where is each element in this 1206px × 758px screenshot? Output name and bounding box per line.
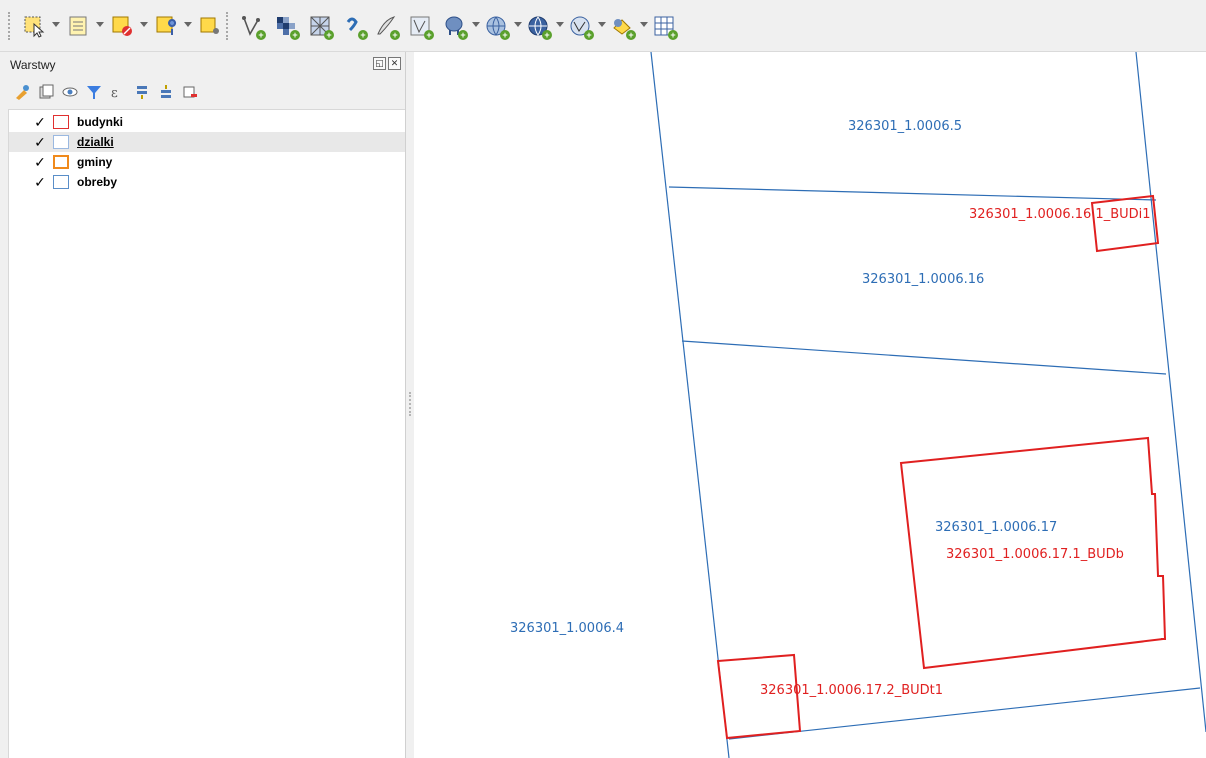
add-postgis-layer-icon[interactable]: + bbox=[440, 12, 468, 40]
select-by-value-icon[interactable] bbox=[196, 12, 224, 40]
layer-visibility-checkbox[interactable]: ✓ bbox=[33, 115, 47, 129]
layer-symbol bbox=[53, 175, 69, 189]
layer-symbol bbox=[53, 155, 69, 169]
style-manager-icon[interactable] bbox=[14, 84, 30, 100]
map-drawing: 326301_1.0006.5 326301_1.0006.16 326301_… bbox=[510, 52, 1206, 758]
main-toolbar: + + + + + + + + + + + + bbox=[0, 0, 1206, 52]
layers-panel: Warstwy ◱ ✕ ε ✓ budynki ✓ dzialki ✓ gmin… bbox=[0, 52, 409, 758]
layer-tree: ✓ budynki ✓ dzialki ✓ gminy ✓ obreby bbox=[8, 109, 405, 758]
parcel-boundary bbox=[668, 186, 1157, 201]
map-canvas[interactable]: 326301_1.0006.5 326301_1.0006.16 326301_… bbox=[414, 52, 1206, 758]
layer-item[interactable]: ✓ dzialki bbox=[9, 132, 405, 152]
add-wfs-layer-icon[interactable]: + bbox=[566, 12, 594, 40]
parcel-boundary bbox=[681, 340, 1167, 375]
building-label: 326301_1.0006.17.1_BUDb bbox=[946, 547, 1124, 562]
qgis-window: + + + + + + + + + + + + Warstwy ◱ ✕ ε ✓ … bbox=[0, 0, 1206, 758]
layer-name: dzialki bbox=[77, 135, 114, 149]
parcel-boundary bbox=[650, 52, 730, 758]
parcel-label: 326301_1.0006.5 bbox=[848, 119, 962, 134]
layer-item[interactable]: ✓ gminy bbox=[9, 152, 405, 172]
panel-title: Warstwy bbox=[10, 58, 56, 72]
visibility-eye-icon[interactable] bbox=[62, 84, 78, 100]
open-attribute-table-icon[interactable] bbox=[64, 12, 92, 40]
panel-controls: ◱ ✕ bbox=[373, 57, 401, 70]
add-delimited-text-layer-icon[interactable]: + bbox=[372, 12, 400, 40]
building-label: 326301_1.0006.16.1_BUDi1 bbox=[969, 207, 1151, 222]
parcel-label: 326301_1.0006.16 bbox=[862, 272, 984, 287]
add-raster-layer-icon[interactable]: + bbox=[272, 12, 300, 40]
add-wcs-layer-icon[interactable]: + bbox=[524, 12, 552, 40]
building-label: 326301_1.0006.17.2_BUDt1 bbox=[760, 683, 943, 698]
collapse-all-icon[interactable] bbox=[158, 84, 174, 100]
layer-symbol bbox=[53, 135, 69, 149]
close-panel-button[interactable]: ✕ bbox=[388, 57, 401, 70]
layer-name: gminy bbox=[77, 155, 113, 169]
add-vector-layer-icon[interactable]: + bbox=[238, 12, 266, 40]
float-panel-button[interactable]: ◱ bbox=[373, 57, 386, 70]
add-wms-layer-icon[interactable]: + bbox=[482, 12, 510, 40]
layer-name: obreby bbox=[77, 175, 118, 189]
panel-splitter[interactable] bbox=[405, 52, 414, 758]
layer-name: budynki bbox=[77, 115, 124, 129]
toolbar-separator bbox=[226, 12, 230, 40]
add-gps-layer-icon[interactable]: + bbox=[340, 12, 368, 40]
layer-symbol bbox=[53, 115, 69, 129]
toolbar-grip[interactable] bbox=[8, 12, 14, 40]
parcel-label: 326301_1.0006.4 bbox=[510, 621, 624, 636]
add-mesh-layer-icon[interactable]: + bbox=[306, 12, 334, 40]
deselect-features-icon[interactable] bbox=[108, 12, 136, 40]
layer-item[interactable]: ✓ obreby bbox=[9, 172, 405, 192]
filter-legend-icon[interactable] bbox=[86, 84, 102, 100]
layer-item[interactable]: ✓ budynki bbox=[9, 112, 405, 132]
layer-visibility-checkbox[interactable]: ✓ bbox=[33, 155, 47, 169]
select-features-icon[interactable] bbox=[20, 12, 48, 40]
layer-visibility-checkbox[interactable]: ✓ bbox=[33, 135, 47, 149]
parcel-boundary bbox=[1135, 52, 1206, 733]
add-virtual-layer-icon[interactable]: + bbox=[608, 12, 636, 40]
add-group-icon[interactable] bbox=[38, 84, 54, 100]
select-by-location-icon[interactable] bbox=[152, 12, 180, 40]
filter-expression-icon[interactable]: ε bbox=[110, 84, 126, 100]
parcel-label: 326301_1.0006.17 bbox=[935, 520, 1057, 535]
layers-panel-toolbar: ε bbox=[14, 82, 198, 102]
remove-layer-icon[interactable] bbox=[182, 84, 198, 100]
new-temporary-layer-icon[interactable]: + bbox=[650, 12, 678, 40]
layer-visibility-checkbox[interactable]: ✓ bbox=[33, 175, 47, 189]
expand-all-icon[interactable] bbox=[134, 84, 150, 100]
svg-text:ε: ε bbox=[111, 86, 118, 100]
add-spatialite-layer-icon[interactable]: + bbox=[406, 12, 434, 40]
building-outline bbox=[1090, 194, 1160, 253]
